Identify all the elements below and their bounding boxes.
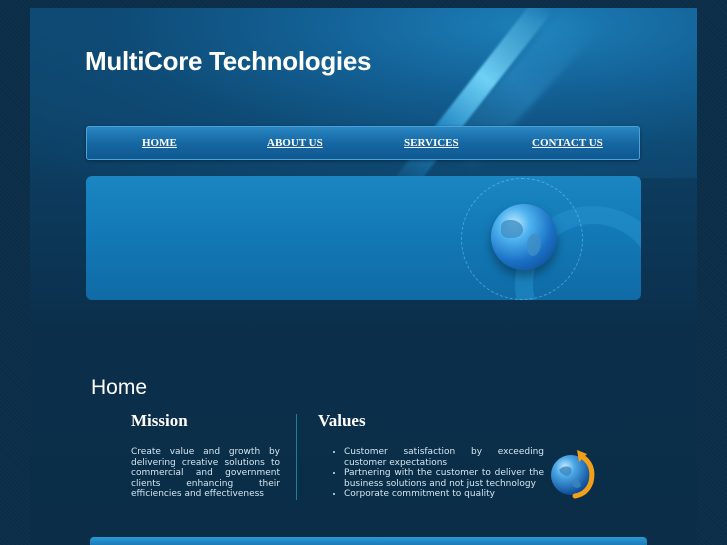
values-list: Customer satisfaction by exceeding custo… [331,447,544,500]
mission-title: Mission [131,411,188,430]
list-item: Corporate commitment to quality [344,489,544,500]
globe-refresh-icon [551,450,595,499]
nav-contact-us[interactable]: CONTACT US [532,137,603,149]
hero-banner [86,176,641,300]
list-item: Customer satisfaction by exceeding custo… [344,447,544,468]
mission-text: Create value and growth by delivering cr… [131,447,280,499]
globe-landmass [527,234,541,256]
main-nav: HOME ABOUT US SERVICES CONTACT US [86,126,640,160]
list-item: Partnering with the customer to deliver … [344,468,544,489]
site-title: MultiCore Technologies [85,46,372,76]
footer-bar [90,537,647,545]
page-heading: Home [91,376,148,399]
globe-icon [491,204,557,270]
nav-services[interactable]: SERVICES [404,137,459,149]
nav-home[interactable]: HOME [142,137,177,149]
values-title: Values [318,411,366,430]
nav-about-us[interactable]: ABOUT US [267,137,323,149]
column-divider [296,414,297,500]
globe-landmass [501,220,523,238]
